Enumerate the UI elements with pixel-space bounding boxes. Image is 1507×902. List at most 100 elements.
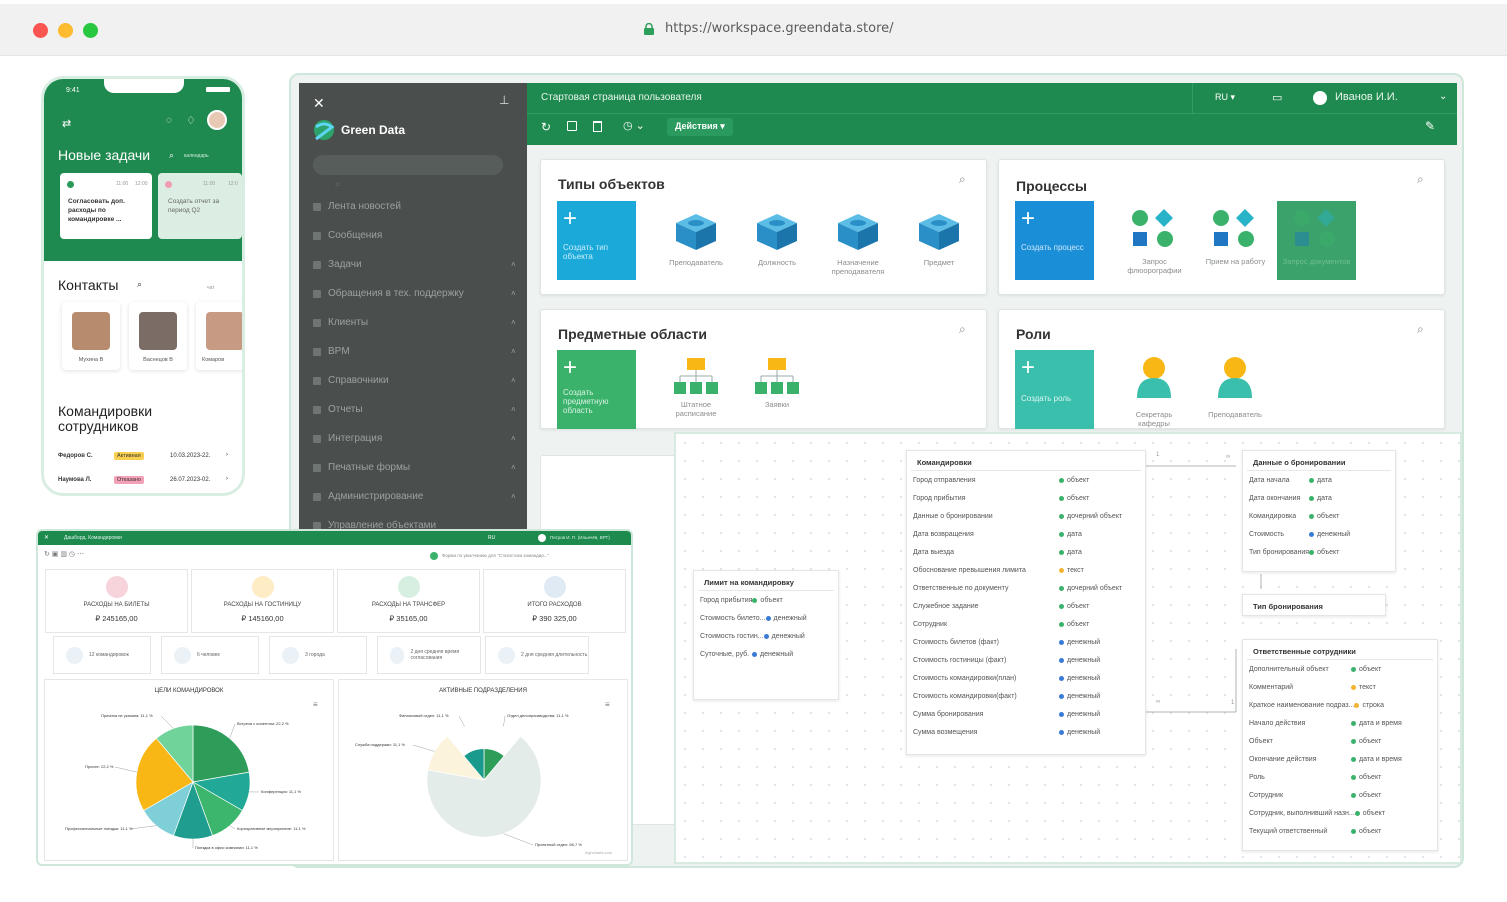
save-icon[interactable] (567, 121, 577, 131)
lang-select[interactable]: RU ▾ (1215, 92, 1235, 103)
calendar-link[interactable]: календарь (184, 153, 209, 159)
role-item[interactable]: Секретарь кафедры (1119, 354, 1189, 428)
process-item[interactable]: Прием на работу (1196, 201, 1275, 280)
kpi-icon (105, 576, 128, 598)
search-icon[interactable]: ⌕ (1417, 322, 1424, 337)
menu-item-icon (313, 318, 321, 327)
task-card[interactable]: 11:00 12:00 Согласовать доп. расходы по … (60, 173, 152, 239)
contact-card[interactable]: Комаров (196, 302, 242, 370)
sidebar-item[interactable]: Отчеты ˄ (313, 404, 518, 415)
sidebar-item[interactable]: Клиенты ˄ (313, 317, 518, 328)
chat-link[interactable]: чат (207, 285, 215, 291)
address-bar[interactable]: https://workspace.greendata.store/ (665, 21, 894, 36)
entity-booking[interactable]: Данные о бронировании Дата начала дата Дата… (1242, 450, 1396, 572)
avatar[interactable] (1313, 91, 1327, 105)
contact-card[interactable]: Васнецов В (129, 302, 187, 370)
search-input[interactable] (313, 155, 503, 175)
battery-icon (206, 87, 230, 92)
lang-select[interactable]: RU (488, 535, 495, 541)
object-type-item[interactable]: Предмет (904, 208, 974, 278)
sidebar-item[interactable]: Задачи ˄ (313, 259, 518, 270)
entity-booking-type[interactable]: Тип бронирования (1242, 594, 1386, 616)
user-icon (1137, 357, 1171, 398)
maximize-window-button[interactable] (83, 23, 98, 38)
search-icon[interactable]: ⌕ (959, 172, 966, 187)
close-icon[interactable]: ✕ (313, 95, 325, 112)
close-icon[interactable]: ✕ (44, 534, 49, 541)
sidebar-item[interactable]: Интеграция ˄ (313, 433, 518, 444)
object-type-item[interactable]: Преподаватель (661, 208, 731, 278)
section-title: Роли (1016, 326, 1051, 342)
form-select[interactable]: Форма по умолчанию для "Статистика коман… (442, 553, 549, 558)
domain-item[interactable]: Штатное расписание (661, 354, 731, 424)
process-item[interactable]: Запрос документов (1277, 201, 1356, 280)
er-field: Роль объект (1249, 773, 1382, 781)
object-type-item[interactable]: Назначение преподавателя (823, 208, 893, 278)
search-icon[interactable]: ⌕ (169, 150, 174, 161)
sidebar-item[interactable]: Лента новостей (313, 201, 518, 212)
close-window-button[interactable] (33, 23, 48, 38)
process-icon (1132, 209, 1173, 247)
er-field: Дата начала дата (1249, 476, 1332, 484)
processes-card: Процессы ⌕ + Создать процесс Запрос флюор… (998, 159, 1445, 295)
brand-name: Green Data (341, 123, 406, 137)
tasks-title: Новые задачи (58, 147, 151, 163)
sidebar-item[interactable]: Сообщения (313, 230, 518, 241)
user-name[interactable]: Иванов И.И. (1335, 91, 1398, 103)
avatar (72, 312, 110, 350)
contact-card[interactable]: Мухина В (62, 302, 120, 370)
actions-button[interactable]: Действия ▾ (667, 118, 733, 136)
type-dot-icon (1059, 711, 1064, 717)
user-name[interactable]: Петров И. П. (Ильичёв, ВРТ) (550, 535, 610, 540)
entity-limit[interactable]: Лимит на командировку Город прибытия объек… (693, 570, 839, 700)
entity-trips[interactable]: Командировки Город отправления объект Город… (906, 450, 1146, 755)
trip-row[interactable]: Наумова Л. Отказано 26.07.2023-02. › (58, 476, 234, 484)
sidebar-item[interactable]: BPM ˄ (313, 346, 518, 357)
trash-icon[interactable] (593, 121, 602, 132)
history-icon[interactable]: ◷ ⌄ (623, 119, 645, 132)
sidebar-item[interactable]: Обращения в тех. поддержку ˄ (313, 288, 518, 299)
edit-icon[interactable]: ✎ (1425, 119, 1435, 133)
sidebar-item[interactable]: Справочники ˄ (313, 375, 518, 386)
sidebar-item-label: Отчеты (328, 404, 363, 415)
search-icon[interactable]: ⌕ (959, 322, 966, 337)
create-domain-button[interactable]: + Создать предметную область (557, 350, 636, 429)
search-icon[interactable]: ⌕ (137, 279, 142, 290)
search-icon[interactable]: ⌕ (335, 179, 341, 190)
process-item[interactable]: Запрос флюорографии (1115, 201, 1194, 280)
toolbar-icons[interactable]: ↻ ▣ ▥ ◷ ⋯ (44, 550, 84, 558)
avatar[interactable] (207, 110, 227, 130)
type-dot-icon (1309, 513, 1314, 519)
refresh-icon[interactable]: ↻ (541, 120, 551, 134)
sidebar-item[interactable]: Печатные формы ˄ (313, 462, 518, 473)
create-role-button[interactable]: + Создать роль (1015, 350, 1094, 429)
create-object-type-button[interactable]: + Создать тип объекта (557, 201, 636, 280)
pie-leader-line (114, 766, 137, 773)
create-process-button[interactable]: + Создать процесс (1015, 201, 1094, 280)
phone-notch (104, 79, 184, 93)
chat-icon[interactable]: ▭ (1272, 91, 1282, 104)
pie-leader-line (503, 715, 506, 727)
bell-icon[interactable]: ♢ (186, 114, 196, 127)
object-type-item[interactable]: Должность (742, 208, 812, 278)
avatar (206, 312, 242, 350)
pin-icon[interactable]: ⊥ (499, 93, 509, 107)
er-field: Сумма возмещения денежный (913, 728, 1101, 736)
avatar[interactable] (538, 534, 546, 542)
minimize-window-button[interactable] (58, 23, 73, 38)
er-field: Город прибытия объект (913, 494, 1090, 502)
pie-leader-line (160, 715, 174, 729)
er-field: Стоимость билетов (факт) денежный (913, 638, 1101, 646)
type-dot-icon (1059, 513, 1064, 519)
entity-responsible[interactable]: Ответственные сотрудники Дополнительный о… (1242, 639, 1438, 851)
role-item[interactable]: Преподаватель (1200, 354, 1270, 424)
chat-icon[interactable]: ◌ (166, 115, 172, 126)
domain-item[interactable]: Заявки (742, 354, 812, 424)
search-icon[interactable]: ⌕ (1417, 172, 1424, 187)
task-card[interactable]: 11:00 12:0 Создать отчет за период Q2 (158, 173, 242, 239)
chevron-down-icon[interactable]: ⌄ (1439, 91, 1447, 102)
menu-icon[interactable]: ⇄ (62, 117, 71, 130)
er-field: Текущий ответственный объект (1249, 827, 1382, 835)
sidebar-item[interactable]: Администрирование ˄ (313, 491, 518, 502)
trip-row[interactable]: Федоров С. Активная 10.03.2023-22. › (58, 452, 234, 460)
